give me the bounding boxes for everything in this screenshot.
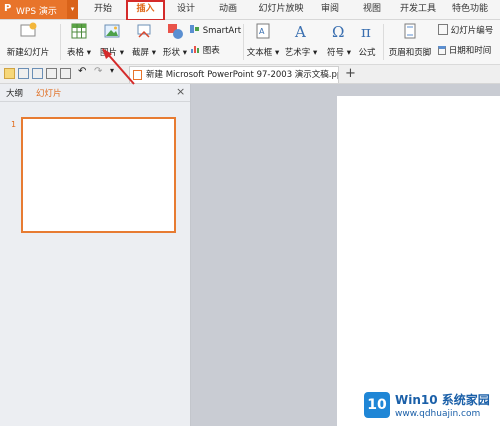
tab-outline[interactable]: 大纲 bbox=[6, 87, 23, 99]
svg-text:A: A bbox=[294, 23, 306, 40]
ribbon-divider bbox=[60, 24, 61, 60]
svg-text:π: π bbox=[361, 23, 371, 40]
formula-button[interactable]: π 公式 bbox=[356, 22, 378, 58]
new-slide-button[interactable]: 新建幻灯片 bbox=[4, 22, 52, 58]
save-icon[interactable] bbox=[18, 68, 29, 79]
header-footer-button[interactable]: 页眉和页脚 bbox=[386, 22, 434, 58]
print-icon[interactable] bbox=[46, 68, 57, 79]
slide-number-button[interactable]: 幻灯片编号 bbox=[438, 24, 493, 36]
wordart-icon: A bbox=[294, 23, 306, 40]
tab-animation[interactable]: 动画 bbox=[212, 0, 244, 19]
document-title: 新建 Microsoft PowerPoint 97-2003 演示文稿.ppt bbox=[146, 70, 339, 80]
table-button[interactable]: 表格 ▾ bbox=[64, 22, 94, 58]
menu-bar: P WPS 演示 ▾ 开始 插入 设计 动画 幻灯片放映 审阅 视图 开发工具 … bbox=[0, 0, 500, 21]
symbol-button[interactable]: Ω 符号 ▾ bbox=[325, 22, 353, 58]
red-arrow-annotation bbox=[102, 48, 135, 85]
omega-icon: Ω bbox=[332, 23, 344, 40]
header-footer-label: 页眉和页脚 bbox=[388, 48, 432, 58]
table-label: 表格 bbox=[67, 48, 85, 58]
tab-insert[interactable]: 插入 bbox=[126, 0, 165, 21]
slide-index: 1 bbox=[11, 120, 17, 129]
new-slide-icon bbox=[20, 22, 37, 37]
date-time-label: 日期和时间 bbox=[448, 46, 492, 56]
watermark-url: www.qdhuajin.com bbox=[395, 409, 481, 419]
slide-number-label: 幻灯片编号 bbox=[450, 26, 494, 36]
wordart-label: 艺术字 bbox=[284, 48, 311, 58]
tab-slides[interactable]: 幻灯片 bbox=[36, 87, 62, 99]
tab-view[interactable]: 视图 bbox=[356, 0, 388, 19]
wordart-button[interactable]: A 艺术字 ▾ bbox=[284, 22, 318, 58]
win10-logo: 10 bbox=[364, 392, 390, 418]
tab-home[interactable]: 开始 bbox=[88, 0, 118, 19]
ribbon-insert: 新建幻灯片 表格 ▾ 图片 ▾ 截屏 ▾ 形状 ▾ SmartArt 图表 A … bbox=[0, 20, 500, 65]
ribbon-divider bbox=[383, 24, 384, 60]
slide-canvas[interactable] bbox=[337, 96, 500, 426]
shape-label: 形状 bbox=[163, 48, 181, 58]
tab-special[interactable]: 特色功能 bbox=[448, 0, 492, 19]
pi-icon: π bbox=[361, 23, 371, 40]
formula-label: 公式 bbox=[358, 48, 376, 58]
svg-text:Ω: Ω bbox=[332, 23, 344, 40]
app-menu-button[interactable]: P WPS 演示 ▾ bbox=[0, 0, 78, 19]
watermark-site-name: Win10 系统家园 bbox=[395, 393, 490, 407]
panel-tabs: 大纲 幻灯片 × bbox=[0, 84, 190, 102]
slide-number-icon bbox=[438, 24, 448, 35]
date-time-button[interactable]: 日期和时间 bbox=[438, 44, 491, 56]
add-tab-button[interactable]: + bbox=[345, 66, 356, 81]
chart-icon bbox=[191, 46, 199, 53]
chart-label: 图表 bbox=[202, 46, 220, 56]
tab-review[interactable]: 审阅 bbox=[314, 0, 346, 19]
new-slide-label: 新建幻灯片 bbox=[6, 48, 50, 58]
textbox-icon: A bbox=[256, 23, 270, 39]
chart-button[interactable]: 图表 bbox=[190, 44, 220, 56]
tab-slideshow[interactable]: 幻灯片放映 bbox=[256, 0, 306, 19]
shape-button[interactable]: 形状 ▾ bbox=[160, 22, 190, 58]
textbox-label: 文本框 bbox=[246, 48, 273, 58]
slide-thumbnail[interactable] bbox=[21, 117, 176, 233]
wps-logo-icon: P bbox=[4, 3, 12, 14]
textbox-button[interactable]: A 文本框 ▾ bbox=[246, 22, 280, 58]
table-icon bbox=[71, 23, 87, 39]
chevron-down-icon[interactable]: ▾ bbox=[67, 0, 78, 19]
smartart-label: SmartArt bbox=[202, 26, 242, 36]
document-tab[interactable]: 新建 Microsoft PowerPoint 97-2003 演示文稿.ppt bbox=[129, 66, 339, 83]
svg-text:A: A bbox=[259, 27, 265, 36]
smartart-button[interactable]: SmartArt bbox=[190, 24, 241, 36]
shape-icon bbox=[168, 24, 183, 39]
picture-icon bbox=[104, 24, 120, 38]
smartart-icon bbox=[190, 25, 199, 33]
ribbon-divider bbox=[243, 24, 244, 60]
open-folder-icon[interactable] bbox=[4, 68, 15, 79]
slides-panel: 大纲 幻灯片 × 1 bbox=[0, 84, 191, 426]
save-as-icon[interactable] bbox=[32, 68, 43, 79]
screenshot-icon bbox=[137, 24, 151, 38]
symbol-label: 符号 bbox=[327, 48, 345, 58]
watermark: 10 Win10 系统家园 www.qdhuajin.com bbox=[364, 388, 500, 426]
calendar-icon bbox=[438, 46, 446, 55]
tab-developer[interactable]: 开发工具 bbox=[396, 0, 440, 19]
app-name: WPS 演示 bbox=[16, 7, 57, 17]
undo-icon[interactable]: ↶ bbox=[78, 66, 89, 77]
header-footer-icon bbox=[404, 23, 416, 39]
tab-design[interactable]: 设计 bbox=[170, 0, 202, 19]
close-icon[interactable]: × bbox=[176, 85, 185, 98]
print-preview-icon[interactable] bbox=[60, 68, 71, 79]
